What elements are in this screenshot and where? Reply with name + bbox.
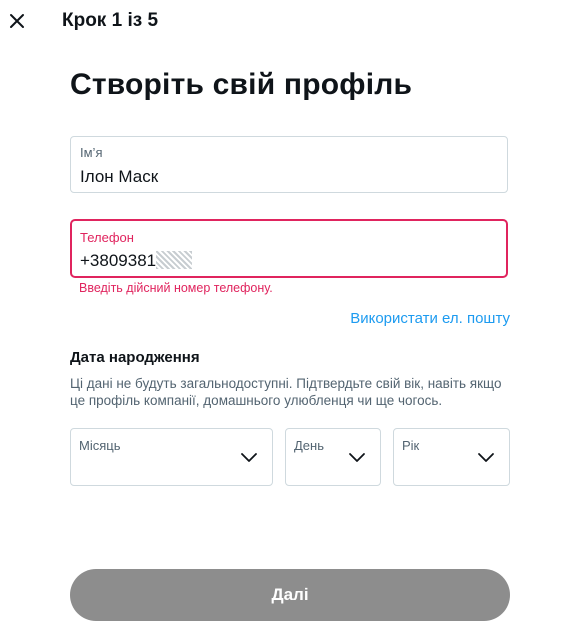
phone-field-value: +3809381 <box>80 251 157 270</box>
next-button[interactable]: Далі <box>70 569 510 621</box>
month-select-label: Місяць <box>79 438 121 453</box>
page-title: Створіть свій профіль <box>70 68 413 101</box>
dob-title: Дата народження <box>70 349 200 366</box>
step-indicator: Крок 1 із 5 <box>62 10 159 31</box>
phone-field-label: Телефон <box>80 230 134 245</box>
name-field-value: Ілон Маск <box>80 167 159 186</box>
day-select[interactable]: День <box>285 428 381 486</box>
phone-error-message: Введіть дійсний номер телефону. <box>79 281 273 295</box>
use-email-link[interactable]: Використати ел. пошту <box>350 310 510 327</box>
chevron-down-icon <box>478 453 494 462</box>
day-select-label: День <box>294 438 324 453</box>
name-field[interactable]: Ім’я Ілон Маск <box>70 136 508 193</box>
year-select[interactable]: Рік <box>393 428 510 486</box>
phone-field-value-wrap: +3809381 <box>80 251 193 271</box>
chevron-down-icon <box>349 453 365 462</box>
dob-description: Ці дані не будуть загальнодоступні. Підт… <box>70 376 502 408</box>
close-icon[interactable] <box>6 10 28 32</box>
redacted-digits <box>156 251 193 269</box>
month-select[interactable]: Місяць <box>70 428 273 486</box>
year-select-label: Рік <box>402 438 420 453</box>
name-field-label: Ім’я <box>80 145 103 160</box>
chevron-down-icon <box>241 453 257 462</box>
phone-field[interactable]: Телефон +3809381 <box>70 219 508 278</box>
